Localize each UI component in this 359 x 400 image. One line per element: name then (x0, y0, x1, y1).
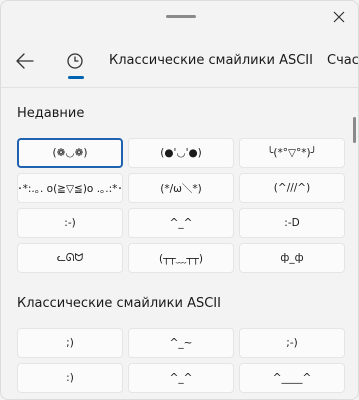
section-title-recent: Недавние (17, 106, 85, 121)
divider (1, 87, 358, 88)
kaomoji-cell[interactable]: ^_~ (128, 328, 234, 358)
kaomoji-cell[interactable]: :-) (17, 208, 123, 238)
ascii-grid: ;) ^_~ ;-) :) ^_^ ^____^ (17, 328, 345, 393)
section-title-ascii: Классические смайлики ASCII (17, 296, 221, 311)
kaomoji-cell[interactable]: ;) (17, 328, 123, 358)
kaomoji-cell[interactable]: (*/ω＼*) (128, 173, 234, 203)
kaomoji-cell[interactable]: ᓚᘏᗢ (17, 243, 123, 273)
kaomoji-cell[interactable]: ^_^ (128, 208, 234, 238)
kaomoji-cell[interactable]: ･*:.｡. o(≧▽≦)o .｡.:*･ (17, 173, 123, 203)
kaomoji-cell[interactable]: :) (17, 363, 123, 393)
kaomoji-cell[interactable]: ;-) (239, 328, 345, 358)
tab-more[interactable]: Счас (327, 53, 358, 68)
kaomoji-cell[interactable]: (┬┬﹏┬┬) (128, 243, 234, 273)
kaomoji-cell[interactable]: ф_ф (239, 243, 345, 273)
kaomoji-cell[interactable]: ^____^ (239, 363, 345, 393)
category-tabs: Классические смайлики ASCII Счас (1, 43, 358, 83)
emoji-panel: Классические смайлики ASCII Счас Недавни… (0, 0, 359, 400)
kaomoji-cell[interactable]: (^///^) (239, 173, 345, 203)
active-tab-indicator (68, 76, 84, 79)
close-button[interactable] (331, 9, 347, 25)
kaomoji-cell[interactable]: (●'◡'●) (128, 138, 234, 168)
recent-grid: (❁◡❁) (●'◡'●) ╰(*°▽°*)╯ ･*:.｡. o(≧▽≦)o .… (17, 138, 345, 273)
back-button[interactable] (13, 49, 37, 73)
scrollbar[interactable] (353, 117, 356, 143)
tab-ascii[interactable]: Классические смайлики ASCII (109, 53, 313, 68)
kaomoji-cell[interactable]: ╰(*°▽°*)╯ (239, 138, 345, 168)
kaomoji-cell[interactable]: (❁◡❁) (17, 138, 123, 168)
arrow-left-icon (16, 53, 34, 69)
kaomoji-cell[interactable]: ^_^ (128, 363, 234, 393)
close-icon (333, 11, 345, 23)
kaomoji-cell[interactable]: :-D (239, 208, 345, 238)
tab-recent[interactable] (61, 47, 89, 75)
clock-icon (67, 53, 83, 69)
drag-handle[interactable] (166, 15, 196, 18)
